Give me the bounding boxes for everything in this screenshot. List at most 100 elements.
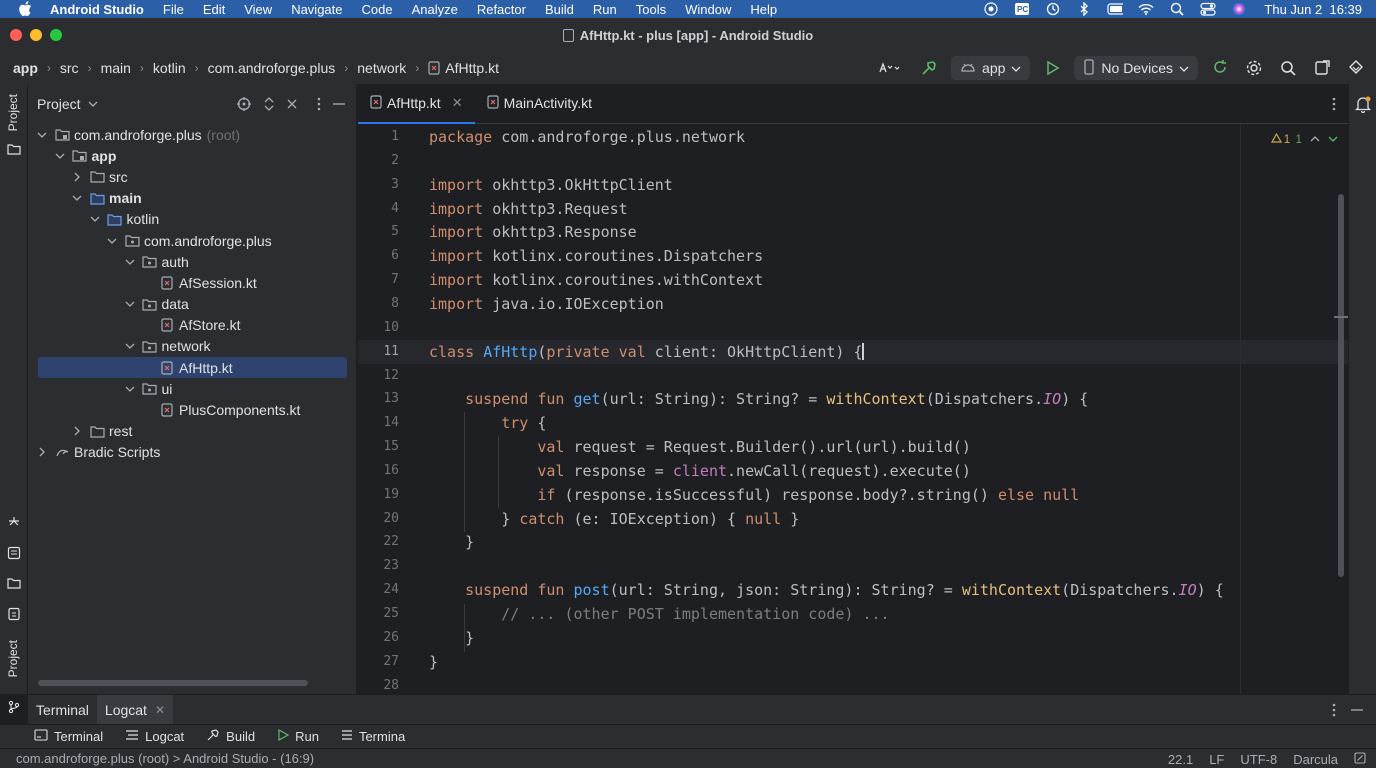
code-line[interactable]: } catch (e: IOException) { null } [429,507,799,531]
breadcrumb-app[interactable]: app [13,60,38,76]
tab-overflow-menu-icon[interactable] [1332,96,1336,115]
breadcrumb-main[interactable]: main [101,60,131,76]
wifi-icon[interactable] [1138,2,1154,16]
tree-item[interactable]: auth [28,251,357,272]
code-with-me-icon[interactable] [1310,56,1334,80]
code-line[interactable]: val request = Request.Builder().url(url)… [429,435,970,459]
tab-logcat[interactable]: Logcat ✕ [96,694,174,725]
bluetooth-icon[interactable] [1076,2,1092,16]
code-line[interactable]: // ... (other POST implementation code) … [429,602,889,626]
minimize-panel-icon[interactable] [332,96,346,115]
time-machine-icon[interactable] [1045,2,1061,16]
menu-window[interactable]: Window [685,2,731,17]
breadcrumb-file[interactable]: AfHttp.kt [445,60,499,76]
control-center-icon[interactable] [1200,2,1217,16]
chevron-right-icon[interactable] [71,171,83,183]
tree-item[interactable]: AfHttp.kt [38,357,347,379]
tree-item[interactable]: kotlin [28,209,357,230]
caret-position[interactable]: 22.1 [1168,752,1193,767]
menu-file[interactable]: File [163,2,184,17]
menu-app-name[interactable]: Android Studio [50,2,144,17]
tree-item[interactable]: network [28,336,357,357]
breadcrumb-network[interactable]: network [357,60,406,76]
tree-item[interactable]: PlusComponents.kt [28,399,357,420]
notifications-bell-icon[interactable] [1354,95,1372,116]
menu-edit[interactable]: Edit [203,2,225,17]
minimize-window-button[interactable] [30,29,42,41]
apple-icon[interactable] [18,1,34,17]
build-variants-icon[interactable] [6,606,22,622]
menu-code[interactable]: Code [362,2,393,17]
tab-mainactivity[interactable]: MainActivity.kt [475,83,604,123]
chevron-down-icon[interactable] [88,100,98,108]
close-window-button[interactable] [10,29,22,41]
run-config-selector[interactable]: app [951,56,1031,80]
code-line[interactable]: suspend fun get(url: String): String? = … [429,387,1088,411]
search-icon[interactable] [1276,56,1300,80]
pc-icon[interactable]: PC [1014,2,1030,16]
tree-item[interactable]: main [28,188,357,209]
tree-item[interactable]: AfStore.kt [28,315,357,336]
menu-navigate[interactable]: Navigate [291,2,342,17]
chevron-down-icon[interactable] [124,340,136,352]
breadcrumb-package[interactable]: com.androforge.plus [208,60,336,76]
tab-afhttp[interactable]: AfHttp.kt ✕ [358,83,475,124]
tree-item[interactable]: data [28,294,357,315]
tree-item[interactable]: ui [28,378,357,399]
file-encoding[interactable]: UTF-8 [1240,752,1277,767]
code-area[interactable]: package com.androforge.plus.network impor… [429,124,1239,694]
locate-file-icon[interactable] [236,96,252,115]
chevron-down-icon[interactable] [71,192,83,204]
close-tab-icon[interactable]: ✕ [452,95,463,111]
chevron-down-icon[interactable] [106,235,118,247]
sync-gradle-icon[interactable] [1208,56,1232,80]
tree-item[interactable]: app [28,145,357,166]
chevron-right-icon[interactable] [71,425,83,437]
menu-view[interactable]: View [244,2,272,17]
device-selector[interactable]: No Devices [1074,56,1198,80]
toolwin-build[interactable]: Build [206,728,255,745]
code-line[interactable]: import okhttp3.Request [429,197,628,221]
horizontal-scrollbar[interactable] [38,680,308,686]
breadcrumb-src[interactable]: src [60,60,79,76]
toolwin-logcat[interactable]: Logcat [125,729,184,744]
chevron-down-icon[interactable] [124,383,136,395]
breadcrumb-kotlin[interactable]: kotlin [153,60,186,76]
menu-refactor[interactable]: Refactor [477,2,526,17]
record-icon[interactable] [983,2,999,16]
folder-icon[interactable] [6,141,22,157]
more-options-icon[interactable] [1332,702,1336,721]
siri-icon[interactable] [1231,2,1247,16]
tree-item[interactable]: rest [28,421,357,442]
menu-analyze[interactable]: Analyze [412,2,458,17]
more-options-icon[interactable] [317,96,321,115]
code-line[interactable]: suspend fun post(url: String, json: Stri… [429,578,1224,602]
code-line[interactable]: } [429,626,474,650]
minimize-panel-icon[interactable] [1350,702,1364,721]
expand-collapse-icon[interactable] [263,96,275,115]
chevron-right-icon[interactable] [36,446,48,458]
theme-name[interactable]: Darcula [1293,752,1338,767]
code-line[interactable]: package com.androforge.plus.network [429,125,745,149]
chevron-down-icon[interactable] [36,129,48,141]
code-line[interactable]: } [429,530,474,554]
hammer-build-icon[interactable] [917,56,941,80]
project-tool-button[interactable]: Project [6,94,20,131]
code-line[interactable]: import kotlinx.coroutines.withContext [429,268,763,292]
toolwin-run[interactable]: Run [277,728,319,744]
status-breadcrumb[interactable]: com.androforge.plus (root) > Android Stu… [16,751,314,766]
code-line[interactable]: val response = client.newCall(request).e… [429,459,971,483]
code-line[interactable]: try { [429,411,546,435]
code-line[interactable]: } [429,650,438,674]
run-play-icon[interactable] [1040,56,1064,80]
tree-item[interactable]: src [28,166,357,187]
menu-help[interactable]: Help [750,2,777,17]
code-line[interactable]: import okhttp3.Response [429,220,637,244]
git-branch-icon[interactable] [6,699,22,715]
chevron-down-icon[interactable] [124,298,136,310]
tab-terminal[interactable]: Terminal [28,695,97,725]
read-only-lock-icon[interactable] [1354,751,1366,767]
hide-panel-close-icon[interactable] [286,96,298,115]
zoom-window-button[interactable] [50,29,62,41]
toolwin-terminal-2[interactable]: Termina [341,729,405,744]
